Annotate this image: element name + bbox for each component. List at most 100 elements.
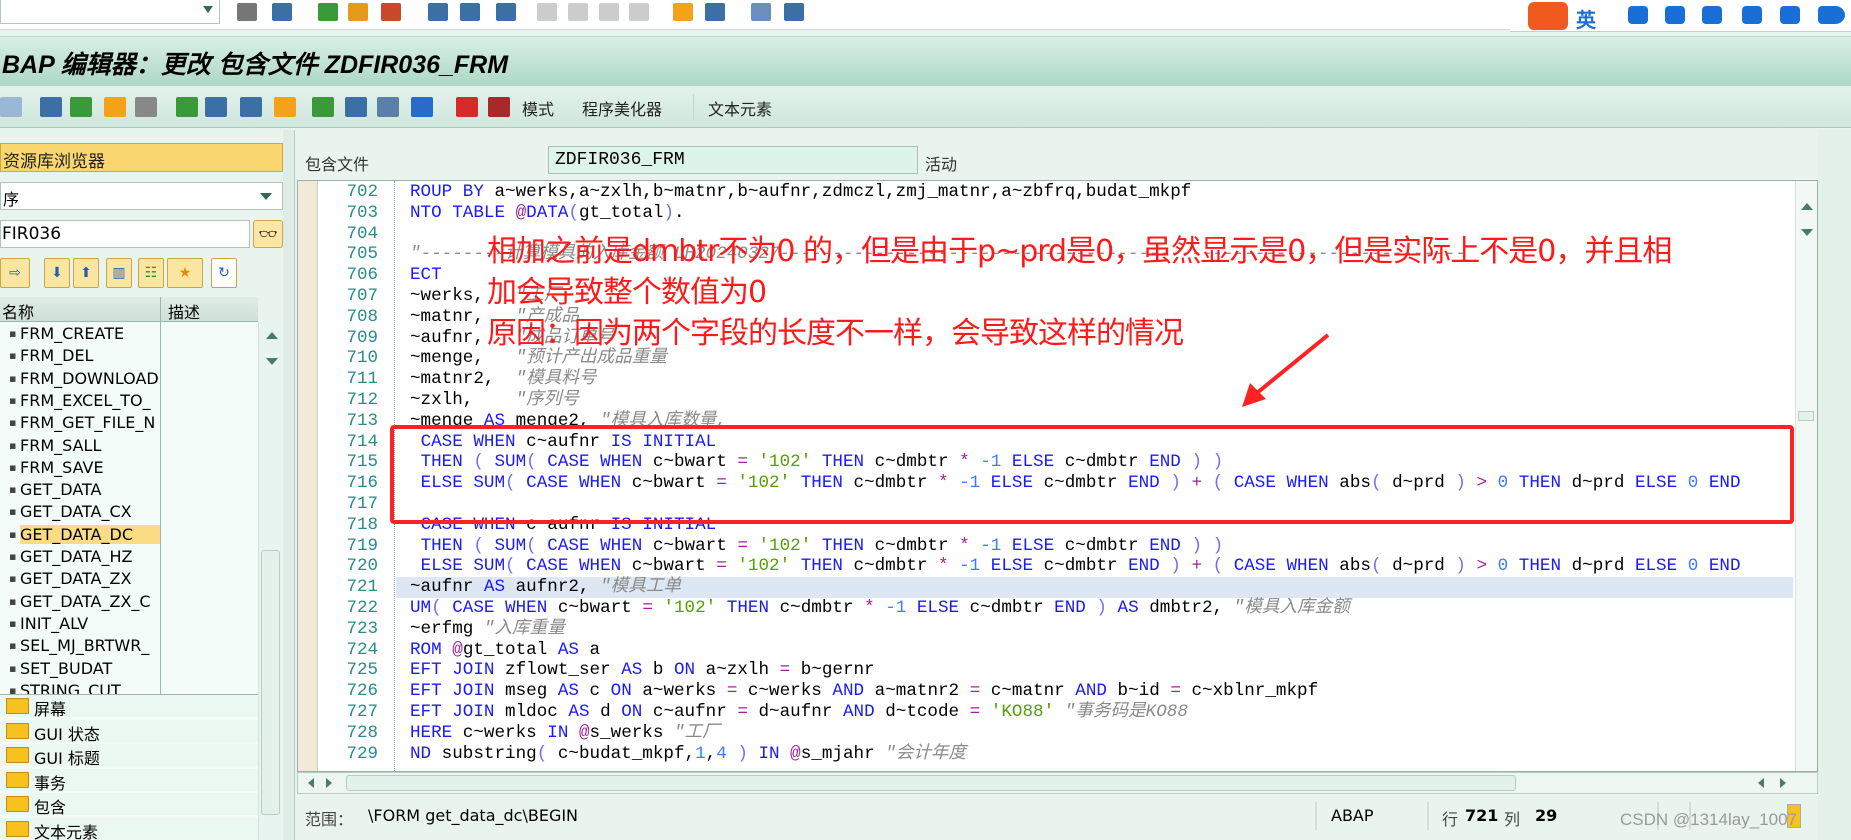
scroll-thumb[interactable]	[1798, 411, 1814, 421]
test-icon[interactable]	[176, 97, 198, 117]
tree-folder[interactable]: 文本元素	[0, 817, 258, 840]
object-name-input[interactable]: FIR036	[0, 220, 250, 248]
other-object-icon[interactable]	[104, 97, 126, 117]
binoculars-icon[interactable]: ▥	[106, 258, 132, 288]
skin-icon[interactable]	[1742, 6, 1762, 24]
splitter-handle[interactable]	[283, 130, 295, 840]
session-breakpoint-icon[interactable]	[488, 97, 510, 117]
code-line[interactable]: HERE c~werks IN @s_werks "工厂	[396, 723, 1793, 744]
check-icon[interactable]	[40, 97, 62, 117]
shortcut-icon[interactable]	[705, 3, 725, 21]
enhance-icon[interactable]	[345, 97, 367, 117]
tree-item[interactable]: ▪ GET_DATA_ZX_C	[0, 591, 258, 613]
expand-all-icon[interactable]: ⬇	[44, 258, 70, 288]
scroll-left-icon[interactable]	[308, 778, 314, 788]
tree-item[interactable]: ▪ FRM_CREATE	[0, 323, 258, 345]
scroll-right-icon[interactable]	[326, 778, 332, 788]
scroll-up-icon[interactable]	[1801, 203, 1813, 210]
tree-item[interactable]: ▪ FRM_EXCEL_TO_	[0, 390, 258, 412]
find-next-icon[interactable]	[496, 3, 516, 21]
mic-icon[interactable]	[1665, 6, 1685, 24]
code-line[interactable]: UM( CASE WHEN c~bwart = '102' THEN c~dmb…	[396, 598, 1793, 619]
tree-folder[interactable]: 屏幕	[0, 695, 258, 719]
code-line[interactable]: EFT JOIN mldoc AS d ON c~aufnr = d~aufnr…	[396, 702, 1793, 723]
code-line[interactable]: ~zxlh, "序列号	[396, 390, 1793, 411]
tree-scroll-thumb[interactable]	[261, 550, 280, 815]
code-line[interactable]: ELSE SUM( CASE WHEN c~bwart = '102' THEN…	[396, 556, 1793, 577]
tree-item[interactable]: ▪ GET_DATA	[0, 479, 258, 501]
first-page-icon[interactable]	[537, 3, 557, 21]
scroll-right-icon[interactable]	[1780, 778, 1786, 788]
back-icon[interactable]	[237, 3, 257, 21]
tree-item[interactable]: ▪ FRM_DEL	[0, 345, 258, 367]
game-icon[interactable]	[1780, 6, 1800, 24]
settings-icon[interactable]	[1825, 6, 1845, 24]
tree-item[interactable]: ▪ FRM_SALL	[0, 435, 258, 457]
tree-item[interactable]: ▪ FRM_SAVE	[0, 457, 258, 479]
code-line[interactable]: ROM @gt_total AS a	[396, 640, 1793, 661]
punct-icon[interactable]	[1628, 6, 1648, 24]
save-icon[interactable]	[272, 3, 292, 21]
keyboard-icon[interactable]	[1702, 6, 1722, 24]
text-elements-button[interactable]: 文本元素	[708, 96, 772, 120]
cancel-icon[interactable]	[381, 3, 401, 21]
collapse-all-icon[interactable]: ⬆	[73, 258, 99, 288]
print-icon[interactable]	[428, 3, 448, 21]
prev-page-icon[interactable]	[568, 3, 588, 21]
tree-item[interactable]: ▪ SET_BUDAT	[0, 658, 258, 680]
tree-item[interactable]: ▪ GET_DATA_ZX	[0, 568, 258, 590]
object-type-dropdown[interactable]: 序	[0, 182, 283, 210]
info-icon[interactable]	[411, 97, 433, 117]
chevron-down-icon[interactable]	[203, 6, 213, 13]
sogou-logo-icon[interactable]	[1528, 2, 1568, 30]
tree-folder[interactable]: GUI 标题	[0, 744, 258, 768]
display-glasses-button[interactable]: 👓︎	[253, 220, 283, 248]
customize-icon[interactable]	[784, 3, 804, 21]
display-list-icon[interactable]	[377, 97, 399, 117]
navigation-icon[interactable]	[274, 97, 296, 117]
code-line[interactable]: ~aufnr AS aufnr2, "模具工单	[396, 577, 1793, 598]
code-line[interactable]: ROUP BY a~werks,a~zxlh,b~matnr,b~aufnr,z…	[396, 182, 1793, 203]
tree-item[interactable]: ▪ INIT_ALV	[0, 613, 258, 635]
hierarchy-icon[interactable]	[312, 97, 334, 117]
last-page-icon[interactable]	[629, 3, 649, 21]
editor-horizontal-scrollbar[interactable]	[297, 772, 1818, 794]
code-line[interactable]: ND substring( c~budat_mkpf,1,4 ) IN @s_m…	[396, 744, 1793, 765]
include-name-field[interactable]: ZDFIR036_FRM	[548, 146, 918, 174]
scroll-left-icon[interactable]	[1758, 778, 1764, 788]
horizontal-scroll-thumb[interactable]	[346, 775, 1516, 791]
tree-item[interactable]: ▪ FRM_GET_FILE_N	[0, 412, 258, 434]
hierarchy-icon[interactable]: ☷	[138, 258, 164, 288]
pattern-icon[interactable]	[205, 97, 227, 117]
find-icon[interactable]	[460, 3, 480, 21]
breakpoint-icon[interactable]	[456, 97, 478, 117]
scroll-down-icon[interactable]	[1801, 229, 1813, 236]
mode-button[interactable]: 模式	[522, 96, 554, 120]
tree-item[interactable]: ▪ FRM_DOWNLOAD	[0, 368, 258, 390]
code-line[interactable]: THEN ( SUM( CASE WHEN c~bwart = '102' TH…	[396, 536, 1793, 557]
column-name[interactable]: 名称	[2, 299, 34, 323]
scroll-down-icon[interactable]	[266, 358, 278, 365]
tree-folder[interactable]: 事务	[0, 768, 258, 793]
forward-nav-button[interactable]: ⇨	[0, 258, 30, 288]
pretty-printer-button[interactable]: 程序美化器	[582, 96, 662, 120]
green-back-icon[interactable]	[318, 3, 338, 21]
scroll-up-icon[interactable]	[266, 332, 278, 339]
code-line[interactable]: EFT JOIN zflowt_ser AS b ON a~zxlh = b~g…	[396, 660, 1793, 681]
tree-folder[interactable]: 包含	[0, 793, 258, 817]
code-line[interactable]: EFT JOIN mseg AS c ON a~werks = c~werks …	[396, 681, 1793, 702]
tree-item[interactable]: ▪ GET_DATA_DC	[0, 524, 258, 546]
column-divider[interactable]	[160, 297, 161, 321]
tree-item[interactable]: ▪ GET_DATA_CX	[0, 501, 258, 523]
code-line[interactable]: ~matnr2, "模具料号	[396, 369, 1793, 390]
ime-language[interactable]: 英	[1576, 4, 1596, 33]
tree-folder[interactable]: GUI 状态	[0, 719, 258, 744]
exit-icon[interactable]	[348, 3, 368, 21]
where-used-icon[interactable]	[135, 97, 157, 117]
command-field[interactable]	[0, 0, 220, 24]
tree-item[interactable]: ▪ SEL_MJ_BRTWR_	[0, 635, 258, 657]
activate-icon[interactable]	[70, 97, 92, 117]
pretty-icon[interactable]	[240, 97, 262, 117]
forward-icon[interactable]	[0, 97, 22, 117]
code-line[interactable]: ~erfmg "入库重量	[396, 619, 1793, 640]
